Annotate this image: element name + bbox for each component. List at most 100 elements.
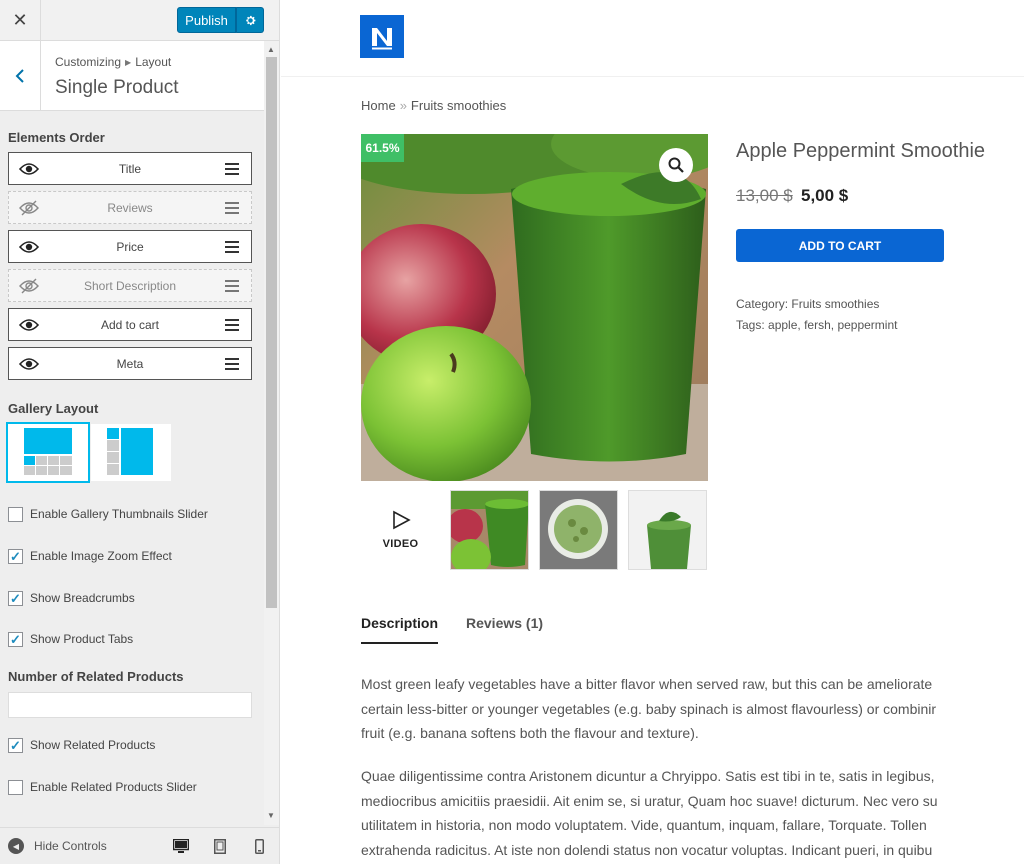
add-to-cart-button[interactable]: ADD TO CART	[736, 229, 944, 262]
description-line: Most green leafy vegetables have a bitte…	[361, 676, 933, 692]
regular-price: 13,00 $	[736, 186, 793, 205]
product-main-image[interactable]	[361, 134, 708, 481]
elements-order-item[interactable]: Title	[8, 152, 252, 185]
elements-order-item[interactable]: Meta	[8, 347, 252, 380]
close-customizer-button[interactable]: ✕	[0, 0, 41, 41]
gallery-layout-horizontal[interactable]	[6, 422, 90, 483]
product-tabs-checkbox-row[interactable]: ✓ Show Product Tabs	[8, 631, 133, 647]
elements-order-item-label: Reviews	[107, 200, 153, 215]
breadcrumb-home-link[interactable]: Home	[361, 98, 396, 113]
show-related-products-checkbox[interactable]: ✓	[8, 737, 23, 753]
elements-order-item[interactable]: Add to cart	[8, 308, 252, 341]
video-label: VIDEO	[382, 538, 419, 550]
breadcrumb-current[interactable]: Fruits smoothies	[411, 98, 506, 113]
scroll-up-icon[interactable]: ▲	[267, 45, 275, 54]
customizer-footer: ◀ Hide Controls	[0, 827, 279, 864]
publish-button[interactable]: Publish	[177, 7, 236, 33]
preview-desktop-button[interactable]	[170, 836, 192, 856]
category-link[interactable]: Fruits smoothies	[791, 297, 879, 311]
drag-handle-icon[interactable]	[225, 163, 239, 175]
scrollbar-thumb[interactable]	[266, 57, 277, 608]
product-tabs-checkbox[interactable]: ✓	[8, 631, 23, 647]
related-products-label: Number of Related Products	[8, 669, 184, 684]
tablet-icon	[214, 838, 226, 854]
show-related-products-checkbox-row[interactable]: ✓ Show Related Products	[8, 737, 155, 753]
breadcrumb-parent: Customizing	[55, 55, 122, 69]
breadcrumbs-checkbox[interactable]: ✓	[8, 590, 23, 606]
gallery-thumbnail[interactable]	[539, 490, 618, 570]
desktop-icon	[173, 838, 189, 853]
gallery-layout-vertical[interactable]	[91, 424, 171, 481]
smoothie-image	[361, 134, 708, 481]
tags-label: Tags:	[736, 318, 765, 332]
hide-controls-label: Hide Controls	[34, 839, 107, 853]
elements-order-item[interactable]: Reviews	[8, 191, 252, 224]
drag-handle-icon[interactable]	[225, 358, 239, 370]
customizer-topbar: ✕ Publish	[0, 0, 279, 41]
eye-hidden-icon[interactable]	[19, 200, 39, 216]
elements-order-item[interactable]: Short Description	[8, 269, 252, 302]
thumbnails-slider-checkbox[interactable]	[8, 506, 23, 522]
related-slider-checkbox[interactable]	[8, 779, 23, 795]
drag-handle-icon[interactable]	[225, 280, 239, 292]
image-zoom-checkbox-row[interactable]: ✓ Enable Image Zoom Effect	[8, 548, 172, 564]
thumbnail-image	[451, 491, 528, 569]
gallery-thumbnail[interactable]	[628, 490, 707, 570]
preview-mobile-button[interactable]	[248, 836, 270, 856]
product-category: Category: Fruits smoothies	[736, 297, 879, 311]
tag-link[interactable]: peppermint	[837, 318, 897, 332]
image-zoom-checkbox[interactable]: ✓	[8, 548, 23, 564]
tab-description[interactable]: Description	[361, 615, 439, 644]
back-button[interactable]	[0, 41, 41, 111]
section-breadcrumb: Customizing ▶ Layout	[55, 55, 171, 69]
product-tags: Tags: apple, fersh, peppermint	[736, 318, 898, 332]
gallery-horizontal-icon	[24, 428, 72, 475]
eye-icon[interactable]	[19, 356, 39, 372]
publish-group: Publish	[177, 7, 264, 33]
publish-settings-button[interactable]	[236, 7, 264, 33]
description-line: certain less-bitter or younger vegetable…	[361, 700, 937, 717]
site-header	[281, 0, 1024, 77]
tab-reviews[interactable]: Reviews (1)	[466, 615, 543, 631]
related-products-count-input[interactable]	[8, 692, 252, 718]
product-title: Apple Peppermint Smoothie	[736, 140, 986, 162]
elements-order-label: Elements Order	[8, 130, 105, 145]
eye-icon[interactable]	[19, 161, 39, 177]
gear-icon	[245, 15, 255, 25]
video-thumbnail[interactable]: VIDEO	[361, 490, 440, 570]
category-label: Category:	[736, 297, 789, 311]
image-zoom-button[interactable]	[659, 148, 693, 182]
search-icon	[668, 157, 684, 173]
product-tabs-label: Show Product Tabs	[30, 632, 134, 646]
breadcrumbs-checkbox-row[interactable]: ✓ Show Breadcrumbs	[8, 590, 135, 606]
drag-handle-icon[interactable]	[225, 241, 239, 253]
elements-order-item[interactable]: Price	[8, 230, 252, 263]
description-line: Quae diligentissime contra Aristonem dic…	[361, 768, 935, 784]
tag-link[interactable]: fersh	[804, 318, 831, 332]
preview-tablet-button[interactable]	[209, 836, 231, 856]
elements-order-item-label: Short Description	[83, 278, 177, 293]
hide-controls-button[interactable]: ◀ Hide Controls	[8, 838, 107, 854]
gallery-vertical-icon	[107, 428, 153, 475]
product-tabs: Description Reviews (1)	[361, 615, 976, 648]
scroll-down-icon[interactable]: ▼	[267, 811, 275, 820]
thumbnail-image	[629, 491, 706, 569]
breadcrumb-separator: »	[399, 98, 407, 113]
eye-hidden-icon[interactable]	[19, 278, 39, 294]
eye-icon[interactable]	[19, 317, 39, 333]
description-line: mediocribus amicitiis praesidii. Ait eni…	[361, 792, 938, 809]
thumbnails-slider-checkbox-row[interactable]: Enable Gallery Thumbnails Slider	[8, 506, 208, 522]
sale-badge: 61.5%	[361, 134, 404, 162]
related-slider-checkbox-row[interactable]: Enable Related Products Slider	[8, 779, 197, 795]
sidebar-scrollbar[interactable]: ▲ ▼	[264, 41, 279, 825]
drag-handle-icon[interactable]	[225, 202, 239, 214]
eye-icon[interactable]	[19, 239, 39, 255]
logo-n-icon	[372, 27, 392, 49]
drag-handle-icon[interactable]	[225, 319, 239, 331]
breadcrumb-child: Layout	[135, 55, 172, 69]
gallery-thumbnail[interactable]	[450, 490, 529, 570]
elements-order-item-label: Title	[118, 161, 142, 176]
site-logo[interactable]	[360, 15, 404, 58]
tag-link[interactable]: apple	[768, 318, 797, 332]
image-zoom-label: Enable Image Zoom Effect	[30, 549, 172, 563]
